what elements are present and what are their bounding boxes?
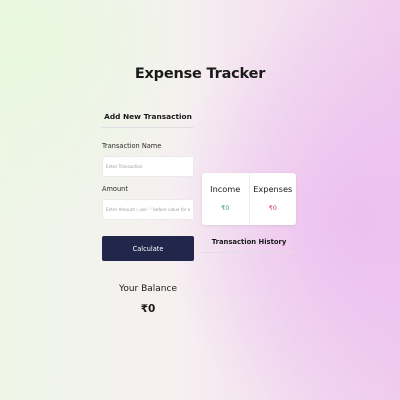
expenses-summary: Expenses ₹0 xyxy=(248,173,297,225)
amount-input[interactable] xyxy=(102,199,194,220)
transaction-name-label: Transaction Name xyxy=(102,142,162,150)
income-summary: Income ₹0 xyxy=(202,173,249,225)
income-expense-summary: Income ₹0 Expenses ₹0 xyxy=(202,173,296,225)
add-transaction-form: Add New Transaction Transaction Name Amo… xyxy=(102,108,194,261)
balance-section: Your Balance ₹0 xyxy=(98,284,198,315)
expenses-amount: ₹0 xyxy=(268,204,277,212)
amount-label: Amount xyxy=(102,185,128,193)
balance-label: Your Balance xyxy=(119,284,177,294)
balance-value: ₹0 xyxy=(140,303,156,315)
app-title: Expense Tracker xyxy=(134,66,266,82)
income-label: Income xyxy=(210,184,241,194)
form-heading: Add New Transaction xyxy=(102,108,194,128)
expenses-label: Expenses xyxy=(253,184,293,194)
income-amount: ₹0 xyxy=(221,204,230,212)
transaction-history-heading: Transaction History xyxy=(202,238,296,253)
calculate-button[interactable]: Calculate xyxy=(102,236,194,261)
transaction-name-input[interactable] xyxy=(102,156,194,177)
